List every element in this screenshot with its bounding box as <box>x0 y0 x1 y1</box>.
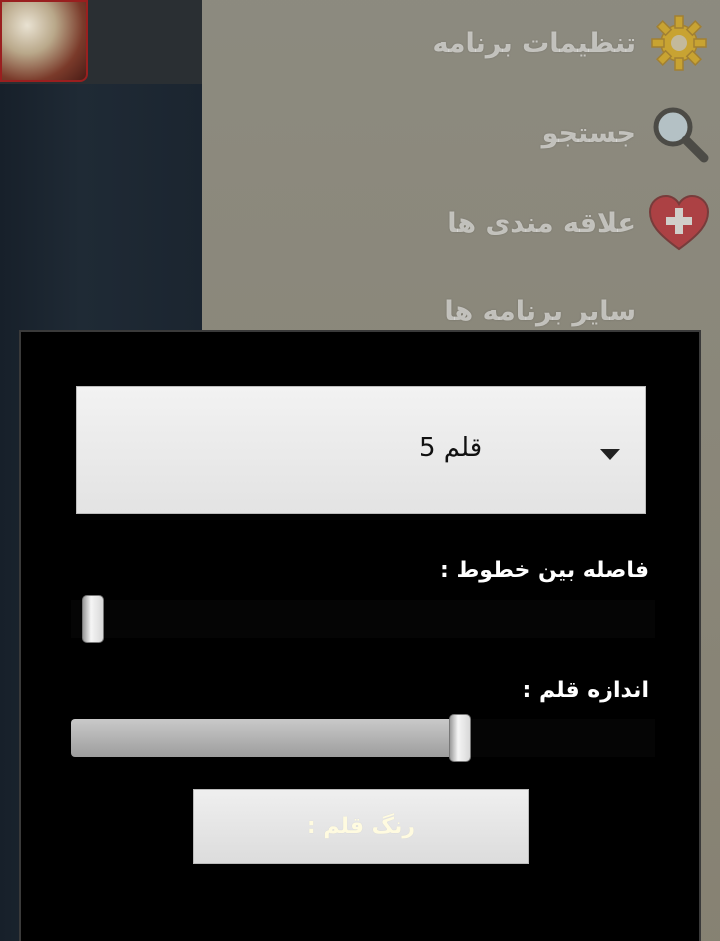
drawer-item-label: تنظیمات برنامه <box>432 27 636 59</box>
line-spacing-slider[interactable] <box>71 595 655 643</box>
search-icon <box>648 102 710 164</box>
drawer-item-search[interactable]: جستجو <box>210 90 710 176</box>
font-size-fill <box>71 719 463 757</box>
drawer-item-label: جستجو <box>541 117 636 149</box>
drawer-item-label: سایر برنامه ها <box>444 295 636 327</box>
gear-icon <box>648 12 710 74</box>
font-size-label: اندازه قلم : <box>522 678 649 703</box>
drawer-item-favorites[interactable]: علاقه مندی ها <box>210 180 710 266</box>
drawer-item-label: علاقه مندی ها <box>447 207 636 239</box>
line-spacing-thumb[interactable] <box>82 595 104 643</box>
app-logo-image <box>0 0 88 82</box>
text-settings-dialog: قلم 5 فاصله بین خطوط : اندازه قلم : رنگ … <box>19 330 701 941</box>
font-size-thumb[interactable] <box>448 714 471 762</box>
font-size-slider[interactable] <box>71 714 655 762</box>
font-select-value: قلم 5 <box>419 433 483 463</box>
font-select-spinner[interactable]: قلم 5 <box>76 386 646 514</box>
header-thumbnail-area <box>0 0 202 84</box>
heart-plus-icon <box>648 192 710 254</box>
font-color-button-label: رنگ قلم : <box>306 814 416 839</box>
line-spacing-label: فاصله بین خطوط : <box>440 558 649 583</box>
font-color-button[interactable]: رنگ قلم : <box>193 789 529 864</box>
drawer-item-settings[interactable]: تنظیمات برنامه <box>210 0 710 86</box>
dropdown-arrow-icon <box>600 449 620 460</box>
